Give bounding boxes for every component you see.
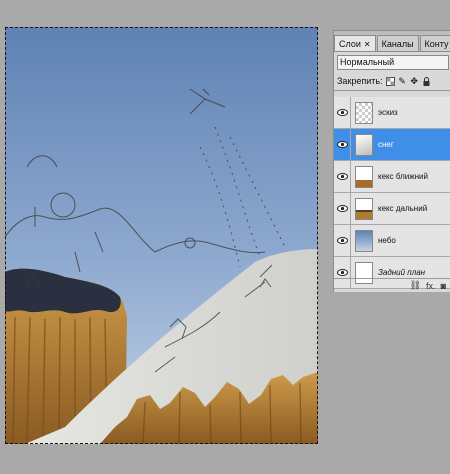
lock-move-icon[interactable]: ✥ [410, 76, 419, 86]
panel-tabs: Слои ✕ Каналы Конту [334, 31, 450, 52]
eye-icon[interactable] [334, 193, 351, 224]
panel-footer: ⛓ fx. ◙ [334, 278, 450, 292]
layers-panel: Слои ✕ Каналы Конту Нормальный Закрепить:… [333, 30, 450, 292]
document-canvas[interactable] [5, 27, 318, 444]
eye-icon[interactable] [334, 161, 351, 192]
lock-all-icon[interactable] [422, 76, 431, 86]
eye-icon[interactable] [334, 225, 351, 256]
layer-name: эскиз [378, 108, 398, 117]
lock-brush-icon[interactable]: ✎ [398, 76, 407, 86]
layers-list: эскиз снег кекс ближний кекс дальний небо Зад… [334, 97, 450, 289]
tab-paths[interactable]: Конту [419, 35, 450, 51]
eye-icon[interactable] [334, 129, 351, 160]
eye-icon[interactable] [334, 97, 351, 128]
lock-transparent-icon[interactable] [385, 76, 395, 86]
mask-icon[interactable]: ◙ [441, 281, 446, 291]
link-icon[interactable]: ⛓ [410, 280, 421, 291]
layer-thumbnail [355, 133, 373, 156]
tab-channels[interactable]: Каналы [376, 35, 419, 51]
lock-row: Закрепить: ✎ ✥ [334, 72, 450, 91]
lock-label: Закрепить: [337, 76, 383, 86]
tab-layers-label: Слои [339, 39, 361, 49]
layer-thumbnail [355, 229, 373, 252]
close-icon[interactable]: ✕ [364, 40, 371, 49]
layer-row[interactable]: кекс ближний [334, 161, 450, 193]
canvas-artwork [5, 27, 318, 444]
layer-thumbnail [355, 197, 373, 220]
tab-paths-label: Конту [424, 39, 449, 49]
layer-row[interactable]: небо [334, 225, 450, 257]
layer-name: снег [378, 140, 394, 149]
layer-name: Задний план [378, 268, 426, 277]
fx-icon[interactable]: fx. [426, 281, 436, 291]
tab-channels-label: Каналы [381, 39, 414, 49]
layer-thumbnail [355, 101, 373, 124]
tab-layers[interactable]: Слои ✕ [334, 35, 376, 51]
blend-mode-select[interactable]: Нормальный [337, 55, 449, 70]
layer-name: кекс ближний [378, 172, 428, 181]
layer-row[interactable]: эскиз [334, 97, 450, 129]
layer-thumbnail [355, 165, 373, 188]
layer-row[interactable]: кекс дальний [334, 193, 450, 225]
layer-name: небо [378, 236, 396, 245]
layer-row[interactable]: снег [334, 129, 450, 161]
layer-name: кекс дальний [378, 204, 428, 213]
